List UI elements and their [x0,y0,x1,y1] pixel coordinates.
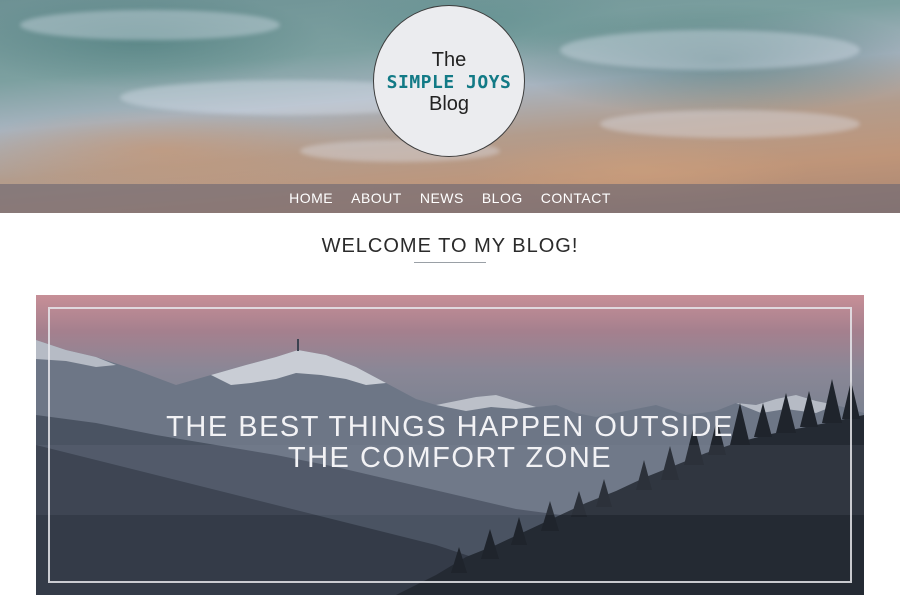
nav-item-news[interactable]: NEWS [420,184,464,213]
title-divider [414,262,486,263]
header-hero: The SIMPLE JOYS Blog HOME ABOUT NEWS BLO… [0,0,900,213]
site-logo[interactable]: The SIMPLE JOYS Blog [373,5,525,157]
banner-quote-line-1: THE BEST THINGS HAPPEN OUTSIDE [166,411,734,443]
logo-line-simple-joys: SIMPLE JOYS [386,72,512,93]
wave-foam [560,30,860,70]
nav-item-about[interactable]: ABOUT [351,184,402,213]
main-navigation: HOME ABOUT NEWS BLOG CONTACT [0,184,900,213]
logo-line-blog: Blog [428,93,470,115]
wave-foam [20,10,280,40]
nav-item-home[interactable]: HOME [289,184,333,213]
banner-quote-line-2: THE COMFORT ZONE [287,442,613,474]
nav-item-contact[interactable]: CONTACT [541,184,611,213]
banner-quote: THE BEST THINGS HAPPEN OUTSIDE THE COMFO… [36,412,864,474]
page-title: WELCOME TO MY BLOG! [321,235,579,257]
nav-item-blog[interactable]: BLOG [482,184,523,213]
wave-foam [600,110,860,138]
logo-line-the: The [431,49,467,71]
hero-banner: THE BEST THINGS HAPPEN OUTSIDE THE COMFO… [36,295,864,595]
